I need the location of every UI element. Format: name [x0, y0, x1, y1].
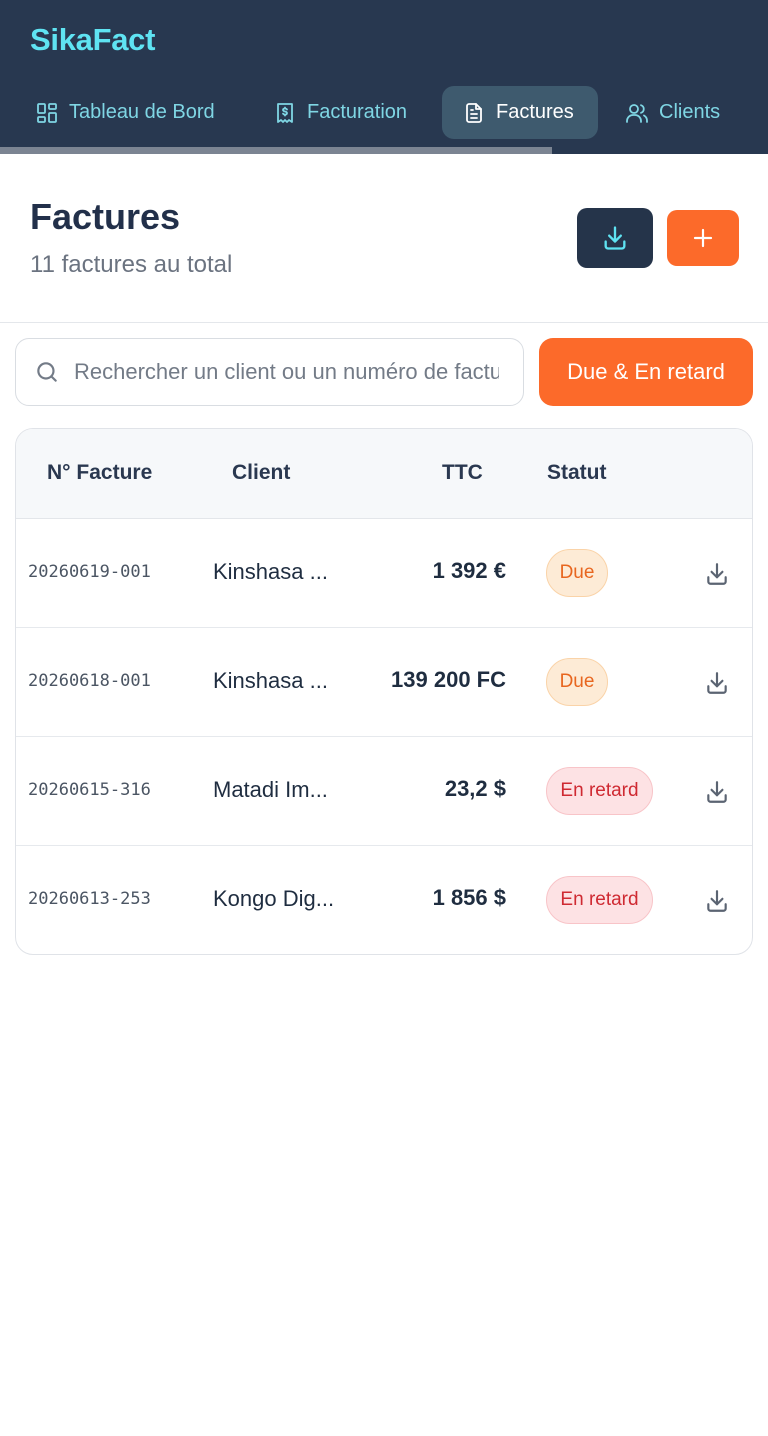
invoice-number: 20260615-316 [28, 780, 151, 800]
page-subtitle: 11 factures au total [30, 251, 233, 278]
nav-scrollbar[interactable] [0, 147, 552, 154]
status-badge: Due [546, 549, 608, 597]
export-button[interactable] [577, 208, 653, 268]
column-header-status[interactable]: Statut [547, 461, 607, 485]
nav-item-label: Facturation [307, 101, 408, 123]
section-divider [0, 322, 768, 323]
column-header-ttc[interactable]: TTC [442, 461, 483, 485]
invoice-client: Kinshasa ... [213, 559, 328, 584]
invoice-ttc: 1 856 $ [432, 885, 506, 910]
table-row[interactable]: 20260615-316 Matadi Im... 23,2 $ En reta… [16, 737, 752, 846]
invoice-number: 20260619-001 [28, 562, 151, 582]
download-icon[interactable] [704, 888, 730, 914]
invoice-client: Kongo Dig... [213, 886, 335, 911]
download-icon[interactable] [704, 670, 730, 696]
nav-item-billing[interactable]: Facturation [253, 86, 427, 139]
add-invoice-button[interactable] [667, 210, 739, 266]
nav-item-clients[interactable]: Clients [605, 86, 740, 139]
invoice-ttc: 139 200 FC [391, 667, 506, 692]
nav-item-invoices[interactable]: Factures [442, 86, 598, 139]
status-badge: En retard [546, 767, 653, 815]
nav-item-label: Factures [496, 101, 574, 123]
nav-item-label: Tableau de Bord [69, 101, 215, 123]
main-nav: Tableau de Bord Facturation Factures Cli… [0, 86, 768, 140]
nav-item-label: Clients [659, 101, 721, 123]
app-header: SikaFact Tableau de Bord Facturation Fac… [0, 0, 768, 154]
status-badge: Due [546, 658, 608, 706]
invoice-number: 20260613-253 [28, 889, 151, 909]
search-box[interactable] [15, 338, 524, 406]
invoice-client: Matadi Im... [213, 777, 328, 802]
table-row[interactable]: 20260613-253 Kongo Dig... 1 856 $ En ret… [16, 846, 752, 954]
status-badge: En retard [546, 876, 653, 924]
column-header-client[interactable]: Client [232, 461, 290, 485]
receipt-icon [277, 102, 293, 123]
search-icon [37, 362, 57, 382]
page-title: Factures [30, 196, 181, 237]
invoice-client: Kinshasa ... [213, 668, 328, 693]
invoices-table: N° Facture Client TTC Statut 20260619-00… [15, 428, 753, 955]
download-icon[interactable] [704, 561, 730, 587]
dashboard-icon [37, 102, 57, 123]
table-header: N° Facture Client TTC Statut [16, 429, 752, 519]
table-row[interactable]: 20260618-001 Kinshasa ... 139 200 FC Due [16, 628, 752, 737]
invoice-ttc: 1 392 € [432, 558, 506, 583]
download-icon [604, 226, 626, 250]
table-row[interactable]: 20260619-001 Kinshasa ... 1 392 € Due [16, 519, 752, 628]
search-input[interactable] [74, 359, 499, 385]
invoice-number: 20260618-001 [28, 671, 151, 691]
users-icon [626, 103, 648, 123]
filter-due-late-button[interactable]: Due & En retard [539, 338, 753, 406]
column-header-number[interactable]: N° Facture [47, 461, 152, 485]
download-icon[interactable] [704, 779, 730, 805]
plus-icon [693, 228, 713, 248]
invoice-ttc: 23,2 $ [444, 776, 506, 801]
nav-item-dashboard[interactable]: Tableau de Bord [15, 86, 235, 139]
document-icon [466, 102, 482, 123]
brand-logo[interactable]: SikaFact [30, 22, 155, 58]
